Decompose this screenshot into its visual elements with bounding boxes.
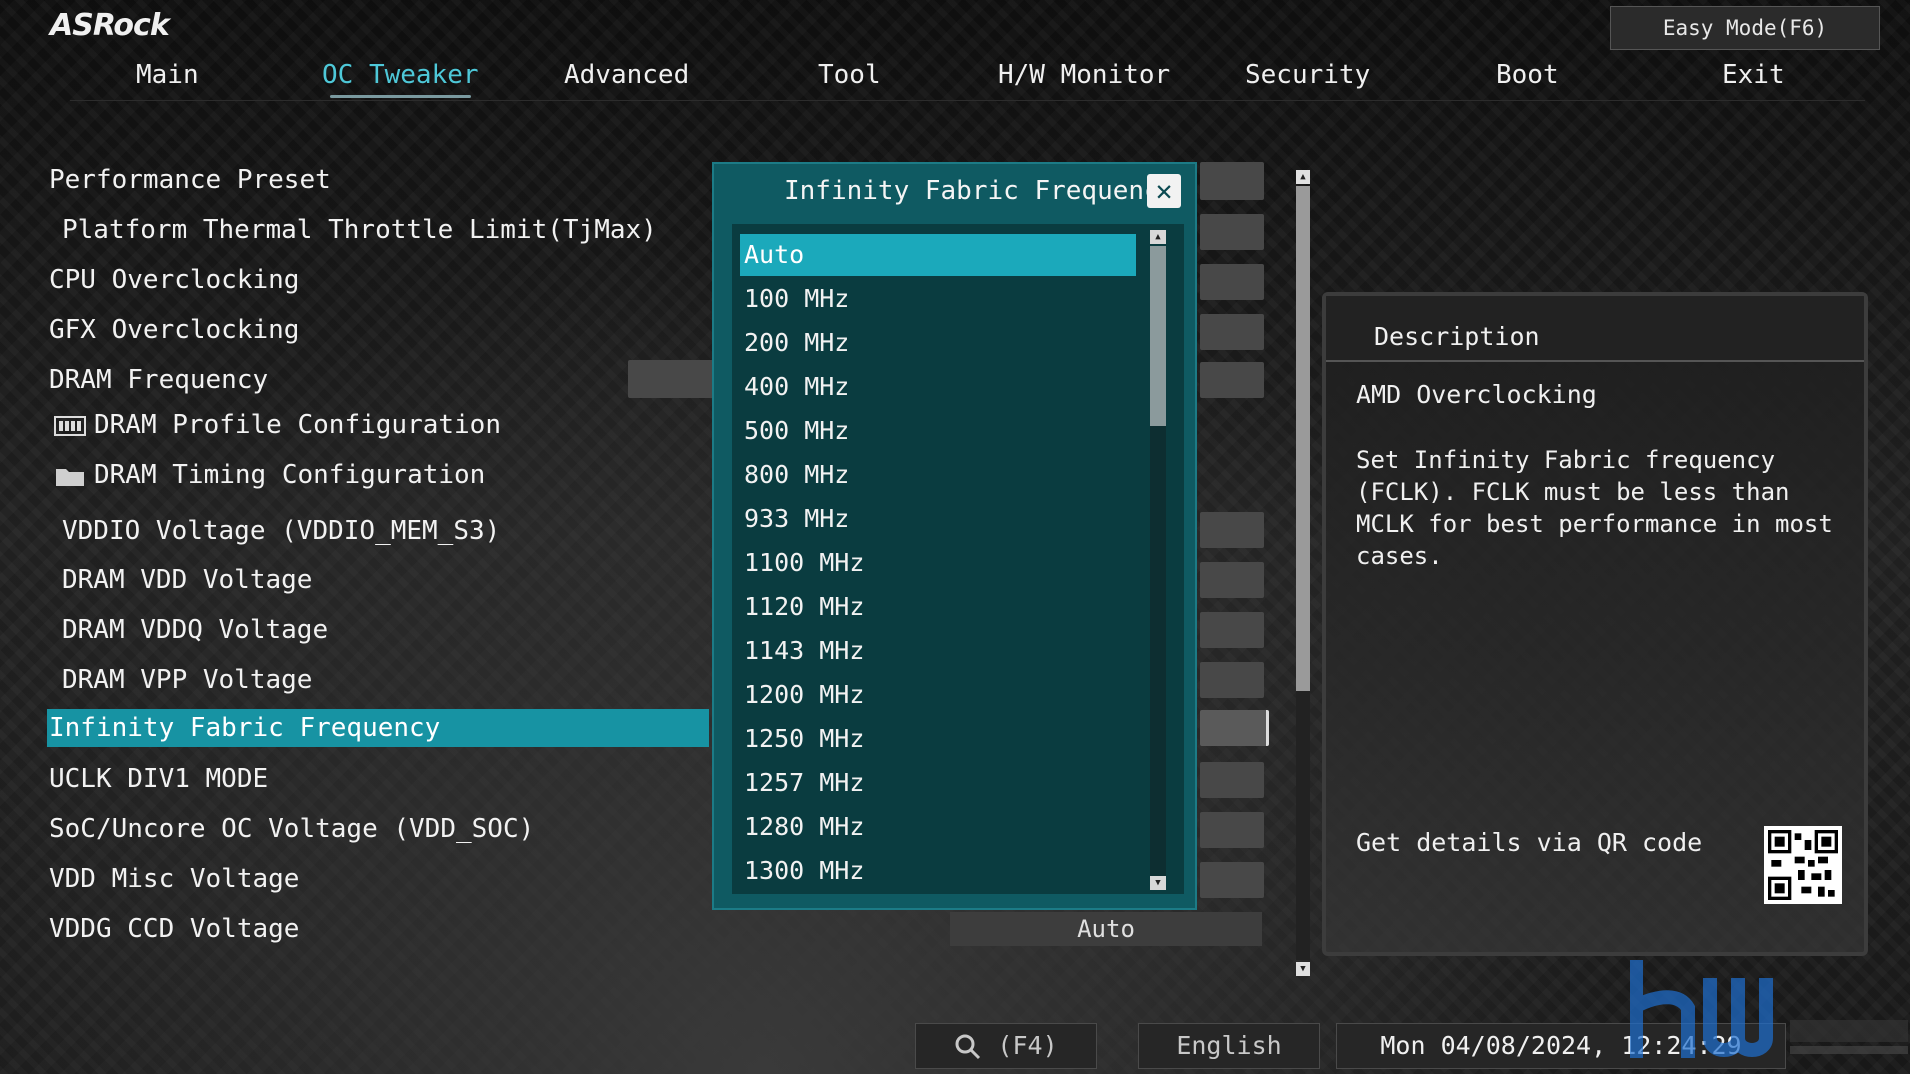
scroll-down-arrow-icon[interactable]: ▼	[1296, 962, 1310, 976]
value-box[interactable]	[1200, 662, 1264, 698]
qr-code-icon	[1764, 826, 1842, 904]
tab-boot[interactable]: Boot	[1496, 60, 1559, 90]
memory-module-icon	[54, 415, 86, 436]
menu-item-cpu-overclocking[interactable]: CPU Overclocking	[49, 265, 299, 295]
tab-oc-tweaker[interactable]: OC Tweaker	[322, 60, 479, 98]
tab-security[interactable]: Security	[1245, 60, 1370, 90]
value-box[interactable]	[1200, 812, 1264, 848]
menu-item-gfx-overclocking[interactable]: GFX Overclocking	[49, 315, 299, 345]
value-box[interactable]	[1200, 362, 1264, 398]
language-button[interactable]: English	[1138, 1023, 1320, 1069]
main-scrollbar[interactable]: ▲ ▼	[1296, 170, 1310, 976]
top-nav: Main OC Tweaker Advanced Tool H/W Monito…	[70, 56, 1865, 101]
option-1200-mhz[interactable]: 1200 MHz	[740, 674, 1136, 716]
description-panel: Description AMD Overclocking Set Infinit…	[1322, 292, 1868, 956]
value-box[interactable]	[1200, 862, 1264, 898]
tab-tool[interactable]: Tool	[818, 60, 881, 90]
close-icon[interactable]: ✕	[1147, 174, 1181, 208]
menu-item-soc-uncore-oc-voltage[interactable]: SoC/Uncore OC Voltage (VDD_SOC)	[49, 814, 534, 844]
menu-item-performance-preset[interactable]: Performance Preset	[49, 165, 331, 195]
option-200-mhz[interactable]: 200 MHz	[740, 322, 1136, 364]
option-933-mhz[interactable]: 933 MHz	[740, 498, 1136, 540]
description-body: Set Infinity Fabric frequency (FCLK). FC…	[1356, 446, 1833, 570]
menu-item-label: DRAM Profile Configuration	[94, 410, 501, 440]
description-title: Description	[1374, 322, 1540, 351]
value-box[interactable]	[1200, 314, 1264, 350]
search-shortcut-label: (F4)	[997, 1031, 1058, 1060]
tab-hw-monitor[interactable]: H/W Monitor	[998, 60, 1170, 90]
value-box[interactable]	[1200, 264, 1264, 300]
popup-scroll-down-icon[interactable]: ▼	[1150, 876, 1166, 890]
option-800-mhz[interactable]: 800 MHz	[740, 454, 1136, 496]
option-1280-mhz[interactable]: 1280 MHz	[740, 806, 1136, 848]
vddg-ccd-voltage-value[interactable]: Auto	[950, 912, 1262, 946]
option-1120-mhz[interactable]: 1120 MHz	[740, 586, 1136, 628]
option-1250-mhz[interactable]: 1250 MHz	[740, 718, 1136, 760]
menu-item-vddg-ccd-voltage[interactable]: VDDG CCD Voltage	[49, 914, 299, 944]
tab-exit[interactable]: Exit	[1722, 60, 1785, 90]
option-1143-mhz[interactable]: 1143 MHz	[740, 630, 1136, 672]
tab-advanced[interactable]: Advanced	[564, 60, 689, 90]
value-box[interactable]	[1200, 512, 1264, 548]
option-1300-mhz[interactable]: 1300 MHz	[740, 850, 1136, 892]
menu-item-thermal-throttle-limit[interactable]: Platform Thermal Throttle Limit(TjMax)	[62, 215, 657, 245]
dram-frequency-value-box[interactable]	[628, 360, 718, 398]
option-1257-mhz[interactable]: 1257 MHz	[740, 762, 1136, 804]
option-auto[interactable]: Auto	[740, 234, 1136, 276]
watermark-logo	[1630, 960, 1908, 1058]
tab-main[interactable]: Main	[136, 60, 199, 90]
option-100-mhz[interactable]: 100 MHz	[740, 278, 1136, 320]
easy-mode-button[interactable]: Easy Mode(F6)	[1610, 6, 1880, 50]
popup-title: Infinity Fabric Frequency	[784, 176, 1176, 206]
menu-item-vddio-voltage[interactable]: VDDIO Voltage (VDDIO_MEM_S3)	[62, 516, 500, 546]
menu-item-dram-timing-configuration[interactable]: DRAM Timing Configuration	[54, 460, 485, 490]
value-box-selected[interactable]	[1200, 710, 1269, 746]
asrock-logo: ASRock	[50, 8, 170, 43]
search-button[interactable]: (F4)	[915, 1023, 1097, 1069]
menu-item-label: DRAM Timing Configuration	[94, 460, 486, 490]
popup-scrollbar-thumb[interactable]	[1150, 246, 1166, 426]
value-box[interactable]	[1200, 162, 1264, 200]
value-box[interactable]	[1200, 562, 1264, 598]
scrollbar-thumb[interactable]	[1296, 186, 1310, 691]
description-heading: AMD Overclocking	[1356, 380, 1597, 409]
popup-scroll-up-icon[interactable]: ▲	[1150, 230, 1166, 244]
menu-item-dram-vpp-voltage[interactable]: DRAM VPP Voltage	[62, 665, 312, 695]
menu-item-dram-vddq-voltage[interactable]: DRAM VDDQ Voltage	[62, 615, 328, 645]
option-list: Auto 100 MHz 200 MHz 400 MHz 500 MHz 800…	[732, 224, 1184, 894]
menu-item-dram-vdd-voltage[interactable]: DRAM VDD Voltage	[62, 565, 312, 595]
menu-item-dram-profile-configuration[interactable]: DRAM Profile Configuration	[54, 410, 501, 440]
menu-item-uclk-div1-mode[interactable]: UCLK DIV1 MODE	[49, 764, 268, 794]
option-400-mhz[interactable]: 400 MHz	[740, 366, 1136, 408]
scroll-up-arrow-icon[interactable]: ▲	[1296, 170, 1310, 184]
option-500-mhz[interactable]: 500 MHz	[740, 410, 1136, 452]
infinity-fabric-frequency-popup: Infinity Fabric Frequency ✕ Auto 100 MHz…	[712, 162, 1197, 910]
folder-icon	[56, 468, 84, 486]
menu-item-infinity-fabric-frequency[interactable]: Infinity Fabric Frequency	[47, 709, 709, 747]
value-box[interactable]	[1200, 612, 1264, 648]
option-1100-mhz[interactable]: 1100 MHz	[740, 542, 1136, 584]
value-box[interactable]	[1200, 762, 1264, 798]
menu-item-dram-frequency[interactable]: DRAM Frequency	[49, 365, 268, 395]
value-box[interactable]	[1200, 214, 1264, 250]
search-icon	[955, 1034, 981, 1060]
popup-scrollbar[interactable]: ▲ ▼	[1150, 230, 1166, 892]
qr-label: Get details via QR code	[1356, 828, 1703, 857]
menu-item-vdd-misc-voltage[interactable]: VDD Misc Voltage	[49, 864, 299, 894]
